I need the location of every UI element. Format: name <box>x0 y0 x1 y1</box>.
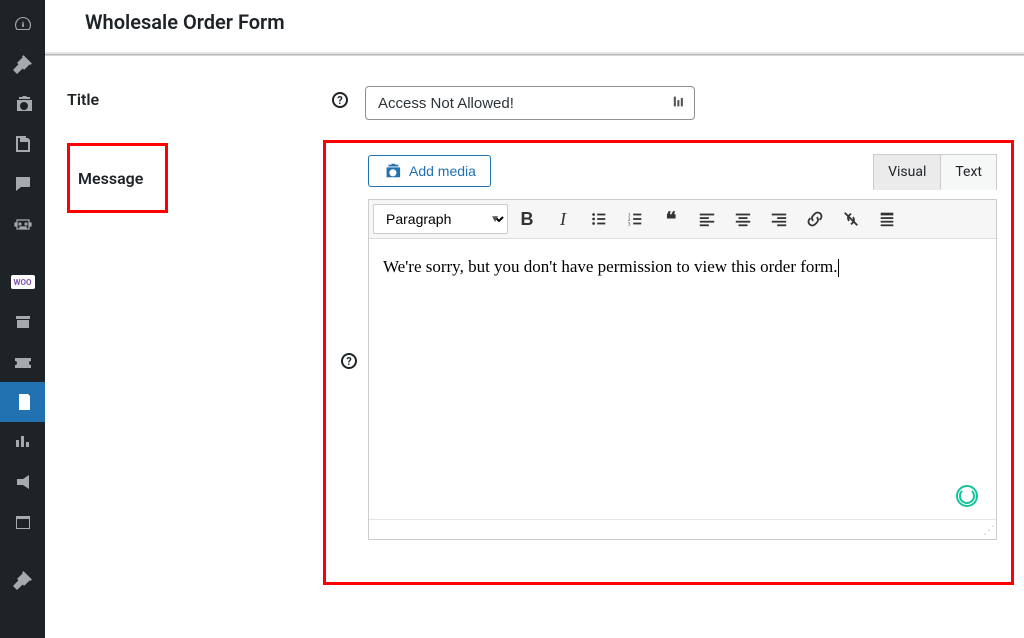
sidebar-item-plugins[interactable] <box>0 560 45 600</box>
title-label: Title <box>67 86 325 109</box>
sidebar-item-form[interactable] <box>0 382 45 422</box>
unlink-button[interactable] <box>834 204 868 234</box>
camera-icon <box>383 162 401 180</box>
format-dropdown[interactable]: Paragraph <box>373 204 508 234</box>
number-list-button[interactable]: 123 <box>618 204 652 234</box>
svg-text:3: 3 <box>628 221 631 227</box>
pin-icon <box>13 54 33 74</box>
calendar-icon <box>13 512 33 532</box>
sidebar-item-pages[interactable] <box>0 124 45 164</box>
editor-tabs: Visual Text <box>873 154 997 190</box>
sidebar-item-ticket[interactable] <box>0 342 45 382</box>
help-icon[interactable]: ? <box>332 92 348 108</box>
sidebar-item-robot[interactable] <box>0 204 45 244</box>
tab-text[interactable]: Text <box>941 154 997 190</box>
comment-icon <box>13 174 33 194</box>
form-icon <box>13 392 33 412</box>
pages-icon <box>13 134 33 154</box>
grammarly-icon[interactable] <box>956 485 978 507</box>
page-title: Wholesale Order Form <box>85 10 984 34</box>
sidebar-item-separator-2 <box>0 542 45 560</box>
sidebar-item-archive[interactable] <box>0 302 45 342</box>
sidebar-item-separator <box>0 244 45 262</box>
sidebar-item-dashboard[interactable] <box>0 4 45 44</box>
wysiwyg-editor: Paragraph ▼ B I 123 ❝ <box>368 199 997 540</box>
link-button[interactable] <box>798 204 832 234</box>
blockquote-button[interactable]: ❝ <box>654 204 688 234</box>
tab-visual[interactable]: Visual <box>873 154 941 190</box>
align-right-button[interactable] <box>762 204 796 234</box>
editor-content-area[interactable]: We're sorry, but you don't have permissi… <box>369 239 996 519</box>
sidebar-item-pin[interactable] <box>0 44 45 84</box>
message-field-row: Message ? Add media Visual Text <box>67 154 1014 585</box>
chart-icon <box>13 432 33 452</box>
sidebar-item-comments[interactable] <box>0 164 45 204</box>
input-icon <box>671 94 685 113</box>
align-left-button[interactable] <box>690 204 724 234</box>
plug-icon <box>13 570 33 590</box>
editor-status-bar: ⋰ <box>369 519 996 539</box>
add-media-button[interactable]: Add media <box>368 155 491 187</box>
message-editor-wrapper: ? Add media Visual Text Paragraph <box>323 140 1014 585</box>
archive-icon <box>13 312 33 332</box>
help-icon[interactable]: ? <box>341 353 357 369</box>
title-field-row: Title ? <box>67 86 1014 120</box>
italic-button[interactable]: I <box>546 204 580 234</box>
admin-sidebar: WOO <box>0 0 45 638</box>
sidebar-item-marketing[interactable] <box>0 462 45 502</box>
ticket-icon <box>13 352 33 372</box>
megaphone-icon <box>13 472 33 492</box>
title-input[interactable] <box>365 86 695 120</box>
camera-icon <box>13 94 33 114</box>
message-label: Message <box>67 143 168 213</box>
sidebar-item-appearance[interactable] <box>0 502 45 542</box>
resize-handle[interactable]: ⋰ <box>983 523 992 537</box>
add-media-label: Add media <box>409 163 476 179</box>
woo-badge-icon: WOO <box>11 275 35 289</box>
bullet-list-button[interactable] <box>582 204 616 234</box>
dashboard-icon <box>13 14 33 34</box>
bold-button[interactable]: B <box>510 204 544 234</box>
sidebar-item-woo[interactable]: WOO <box>0 262 45 302</box>
robot-icon <box>13 214 33 234</box>
toolbar-toggle-button[interactable] <box>870 204 904 234</box>
sidebar-item-media[interactable] <box>0 84 45 124</box>
align-center-button[interactable] <box>726 204 760 234</box>
main-content: Wholesale Order Form Title ? M <box>45 0 1024 638</box>
editor-toolbar: Paragraph ▼ B I 123 ❝ <box>369 200 996 239</box>
page-header: Wholesale Order Form <box>45 0 1024 54</box>
sidebar-item-analytics[interactable] <box>0 422 45 462</box>
